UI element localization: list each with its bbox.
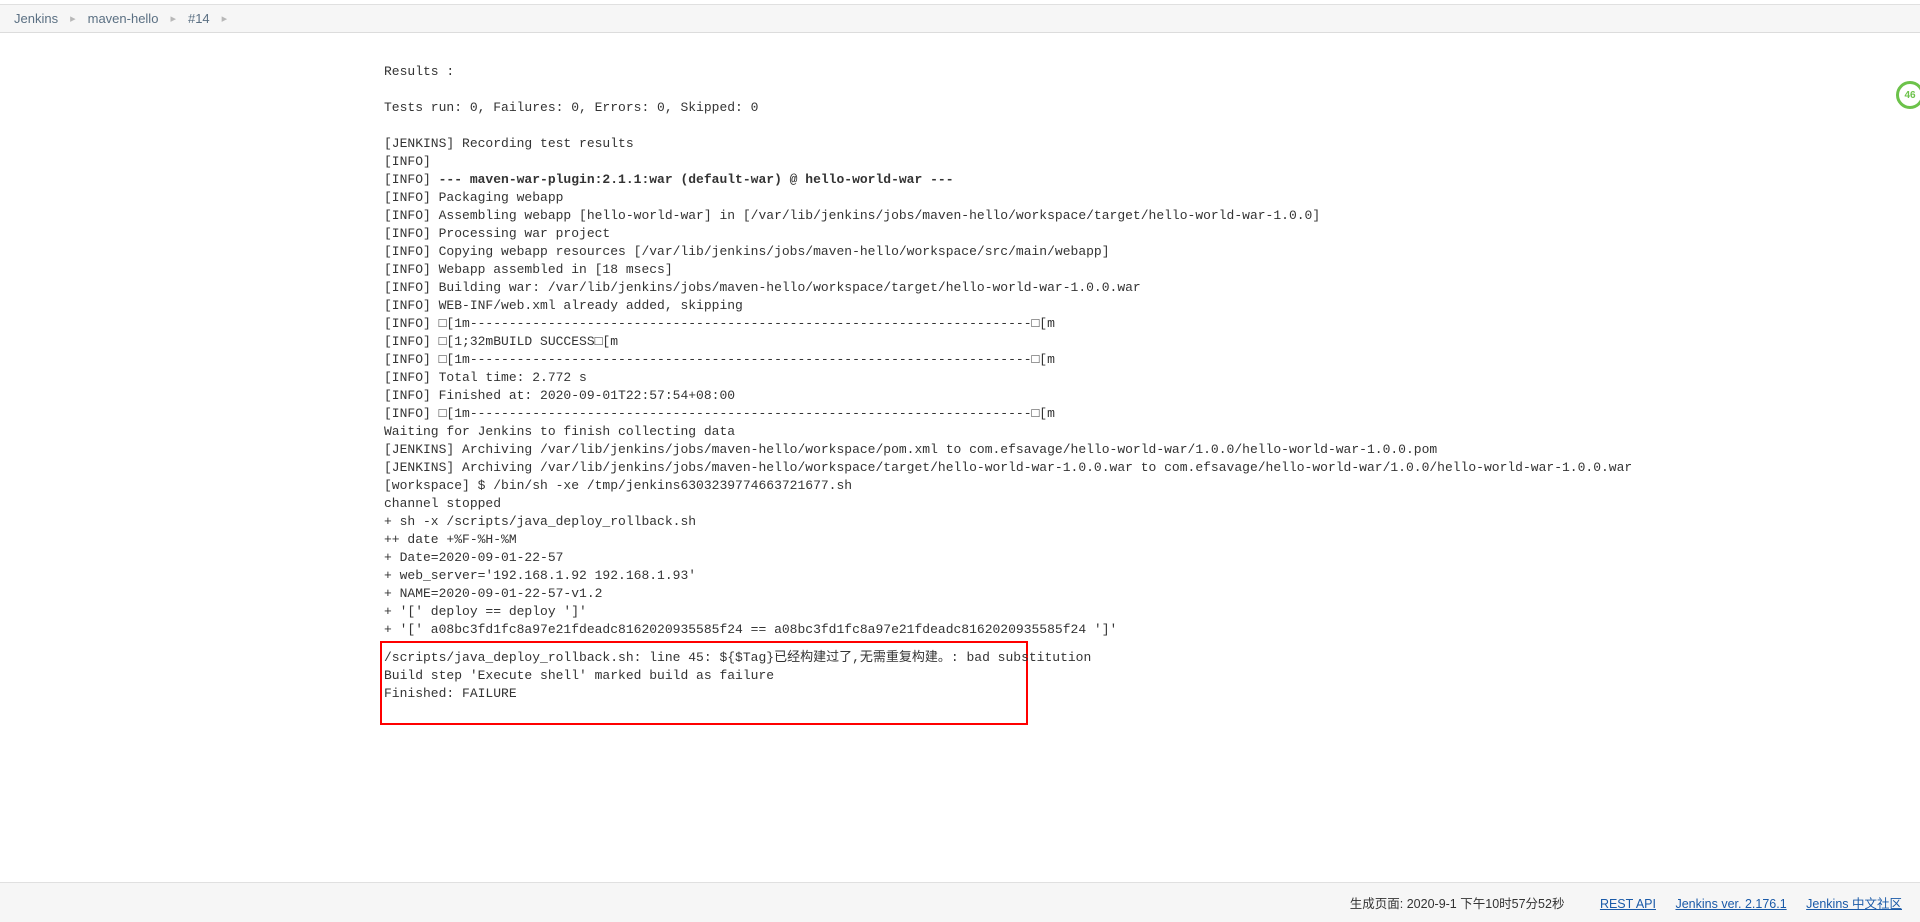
breadcrumb-sep-icon: ▸ [170,12,176,25]
page-footer: 生成页面: 2020-9-1 下午10时57分52秒 REST API Jenk… [0,882,1920,922]
breadcrumb-job[interactable]: maven-hello [88,11,159,26]
footer-version-link[interactable]: Jenkins ver. 2.176.1 [1675,897,1786,911]
breadcrumb-jenkins[interactable]: Jenkins [14,11,58,26]
footer-rest-api-link[interactable]: REST API [1600,897,1656,911]
breadcrumb-sep-icon: ▸ [222,12,228,25]
console-scroll[interactable]: Results : Tests run: 0, Failures: 0, Err… [0,33,1920,882]
console-error-output: /scripts/java_deploy_rollback.sh: line 4… [384,649,1024,703]
console-output: Results : Tests run: 0, Failures: 0, Err… [384,33,1920,639]
breadcrumb: Jenkins ▸ maven-hello ▸ #14 ▸ [0,4,1920,33]
breadcrumb-build[interactable]: #14 [188,11,210,26]
error-highlight-box: /scripts/java_deploy_rollback.sh: line 4… [380,641,1028,725]
footer-community-link[interactable]: Jenkins 中文社区 [1806,897,1902,911]
breadcrumb-sep-icon: ▸ [70,12,76,25]
build-queue-badge[interactable]: 46 [1896,81,1920,109]
footer-generated: 生成页面: 2020-9-1 下午10时57分52秒 [1350,897,1565,911]
